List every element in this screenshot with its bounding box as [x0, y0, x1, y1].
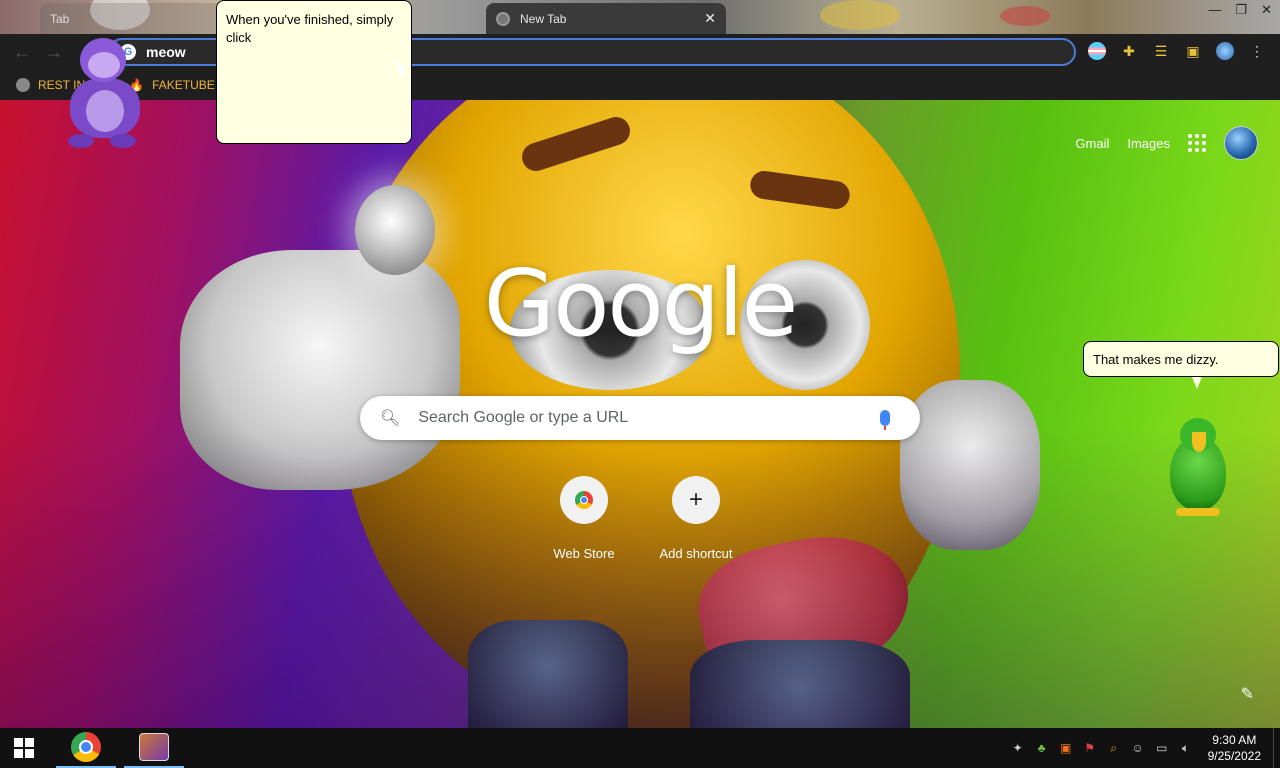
parrot-balloon-text: That makes me dizzy.	[1093, 352, 1219, 367]
search-icon: 🔍︎	[380, 410, 401, 427]
shortcut-add[interactable]: + Add shortcut	[640, 476, 752, 561]
clock-date: 9/25/2022	[1207, 749, 1261, 763]
profile-avatar-icon[interactable]	[1216, 42, 1234, 60]
chrome-web-store-icon	[560, 476, 608, 524]
tab-strip: Tab New Tab ✕ — ❐ ✕	[0, 0, 1280, 34]
browser-toolbar: ← → G ✚ ☰ ▣ ⋮	[0, 34, 1280, 70]
taskbar-chrome[interactable]	[56, 728, 116, 768]
tray-app-icon[interactable]: ⚑	[1082, 740, 1098, 756]
new-tab-favicon-icon	[496, 11, 510, 26]
customize-pencil-icon[interactable]: ✎	[1241, 684, 1254, 704]
windows-taskbar: ✦ ♣ ▣ ⚑ ⌕ ☺ ▭ 🔈︎ 9:30 AM 9/25/2022	[0, 728, 1280, 768]
tab-label: Tab	[50, 11, 70, 26]
background-splatter	[820, 0, 900, 30]
bonzi-belly	[86, 90, 124, 132]
shortcut-label: Web Store	[553, 546, 615, 561]
tab-new-tab[interactable]: New Tab ✕	[486, 3, 726, 34]
bonzi-foot	[110, 134, 136, 148]
ntp-search-box[interactable]: 🔍︎	[360, 396, 920, 440]
tray-app-icon[interactable]: ▣	[1058, 740, 1074, 756]
minimize-button[interactable]: —	[1208, 2, 1221, 18]
extensions-puzzle-icon[interactable]: ✚	[1120, 42, 1138, 60]
ntp-header-links: Gmail Images	[1075, 126, 1258, 160]
voice-search-mic-icon[interactable]	[880, 410, 891, 430]
tab-inactive[interactable]: Tab	[40, 3, 230, 34]
volume-icon[interactable]: 🔈︎	[1178, 740, 1194, 756]
background-shade	[0, 428, 1280, 728]
parrot-feet	[1176, 508, 1220, 516]
clock[interactable]: 9:30 AM 9/25/2022	[1208, 732, 1261, 764]
shortcut-label: Add shortcut	[659, 546, 733, 561]
bonzi-buddy-character[interactable]	[60, 38, 150, 153]
parrot-speech-balloon: That makes me dizzy.	[1083, 341, 1279, 389]
images-link[interactable]: Images	[1127, 136, 1170, 151]
search-tray-icon[interactable]: ⌕	[1106, 740, 1122, 756]
bookmarks-bar: REST IN 🔥 FAKETUBE	[0, 70, 1280, 100]
restore-button[interactable]: ❐	[1235, 2, 1247, 18]
tray-app-icon[interactable]: ♣	[1034, 740, 1050, 756]
bonzi-speech-balloon: When you've finished, simply click	[216, 0, 412, 144]
plus-icon: +	[672, 476, 720, 524]
tab-close-icon[interactable]: ✕	[704, 10, 716, 27]
bonzi-balloon-text: When you've finished, simply click	[226, 12, 394, 45]
shortcut-web-store[interactable]: Web Store	[528, 476, 640, 561]
search-input[interactable]	[416, 408, 871, 428]
network-icon[interactable]: ▭	[1154, 740, 1170, 756]
windows-logo-icon	[14, 738, 34, 758]
back-arrow-icon[interactable]: ←	[12, 42, 32, 62]
bonzi-app-icon	[139, 733, 169, 761]
side-panel-icon[interactable]: ▣	[1184, 42, 1202, 60]
background-splatter	[1000, 6, 1050, 26]
google-apps-icon[interactable]	[1188, 134, 1206, 152]
window-controls: — ❐ ✕	[1208, 2, 1272, 18]
gmail-link[interactable]: Gmail	[1075, 136, 1109, 151]
bonzi-face	[88, 52, 120, 78]
account-avatar[interactable]	[1224, 126, 1258, 160]
trans-flag-icon[interactable]	[1088, 42, 1106, 60]
emoji-tray-icon[interactable]: ☺	[1130, 740, 1146, 756]
start-button[interactable]	[0, 728, 48, 768]
system-tray: ✦ ♣ ▣ ⚑ ⌕ ☺ ▭ 🔈︎ 9:30 AM 9/25/2022	[1006, 728, 1280, 768]
chrome-icon	[71, 732, 101, 762]
tab-label: New Tab	[520, 11, 567, 26]
close-window-button[interactable]: ✕	[1261, 2, 1272, 18]
clock-time: 9:30 AM	[1212, 733, 1257, 747]
globe-icon	[16, 78, 30, 92]
show-desktop-button[interactable]	[1273, 728, 1280, 768]
parrot-beak	[1192, 432, 1206, 452]
taskbar-bonzi-app[interactable]	[124, 728, 184, 768]
tray-app-icon[interactable]: ✦	[1010, 740, 1026, 756]
menu-kebab-icon[interactable]: ⋮	[1248, 42, 1266, 60]
new-tab-page: Gmail Images Google 🔍︎ Web Store + Add s…	[0, 100, 1280, 728]
parrot-assistant-character[interactable]	[1162, 418, 1232, 518]
toolbar-icons: ✚ ☰ ▣ ⋮	[1088, 42, 1266, 60]
reading-list-icon[interactable]: ☰	[1152, 42, 1170, 60]
bookmark-label: FAKETUBE	[152, 78, 215, 92]
bonzi-foot	[68, 134, 94, 148]
